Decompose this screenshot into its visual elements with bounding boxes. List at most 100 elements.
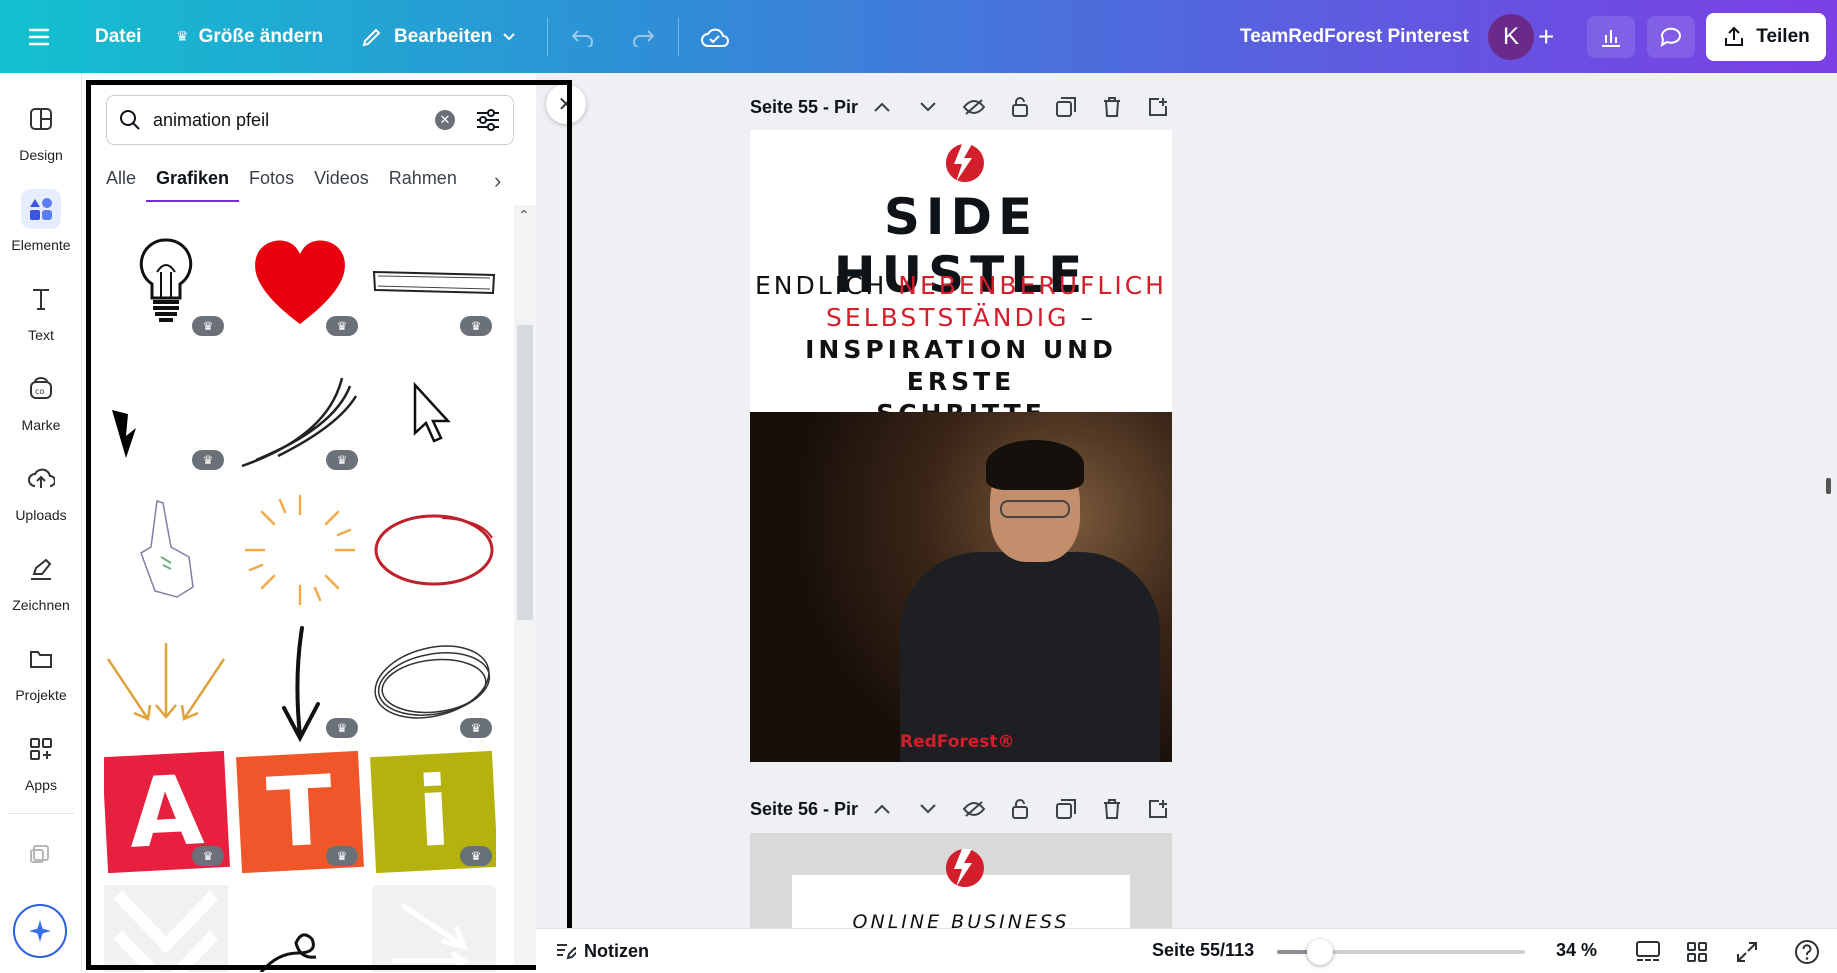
- project-title[interactable]: TeamRedForest Pinterest: [1240, 0, 1469, 73]
- graphic-letter-i[interactable]: i ♛: [370, 750, 496, 874]
- page-header-56: Seite 56 - Pir: [750, 792, 1170, 826]
- redforest-logo: [946, 849, 984, 887]
- avatar[interactable]: K: [1488, 14, 1534, 60]
- graphic-heart[interactable]: ♛: [238, 222, 362, 342]
- graphic-pointing-hand[interactable]: [104, 490, 228, 610]
- share-button[interactable]: Teilen: [1706, 13, 1826, 61]
- arrow-right-icon: [372, 885, 496, 972]
- scrollbar-thumb[interactable]: [517, 325, 533, 620]
- pin-subheadline: ENDLICH NEBENBERUFLICH SELBSTSTÄNDIG – I…: [755, 271, 1167, 428]
- divider: [678, 18, 679, 56]
- cloud-check-icon: [701, 28, 729, 47]
- graphic-swoosh-lines[interactable]: ♛: [238, 356, 362, 476]
- rail-item-elements[interactable]: Elemente: [0, 189, 82, 269]
- arrows-down-icon: [106, 643, 226, 721]
- design-page-56[interactable]: ONLINE BUSINESS: [750, 833, 1172, 928]
- trash-icon[interactable]: [1100, 797, 1124, 821]
- search-icon: [120, 110, 140, 130]
- filter-icon[interactable]: [475, 108, 501, 132]
- grid-view-icon[interactable]: [1683, 938, 1711, 966]
- graphic-loop-arrow[interactable]: [238, 880, 362, 972]
- graphic-chevron-tile[interactable]: [104, 880, 228, 972]
- page-title[interactable]: Seite 56 - Pir: [750, 799, 858, 820]
- duplicate-icon[interactable]: [1054, 797, 1078, 821]
- design-page-55[interactable]: SIDE HUSTLE ENDLICH NEBENBERUFLICH SELBS…: [750, 130, 1172, 762]
- graphic-black-arrowhead[interactable]: ♛: [104, 356, 228, 476]
- zoom-slider-knob[interactable]: [1307, 939, 1333, 965]
- comments-button[interactable]: [1647, 16, 1695, 58]
- resize-button[interactable]: ♛ Größe ändern: [176, 0, 323, 73]
- chevron-up-icon[interactable]: [870, 797, 894, 821]
- redo-button[interactable]: [630, 0, 656, 73]
- crown-icon: ♛: [460, 316, 492, 336]
- tab-graphics[interactable]: Grafiken: [146, 162, 240, 202]
- lock-icon[interactable]: [1008, 95, 1032, 119]
- rail-item-apps[interactable]: Apps: [0, 729, 82, 809]
- clear-search-icon[interactable]: ✕: [435, 110, 455, 130]
- canvas-scroll-marker[interactable]: [1826, 478, 1831, 494]
- duplicate-icon[interactable]: [1054, 95, 1078, 119]
- chevron-up-icon[interactable]: [870, 95, 894, 119]
- graphic-letter-a[interactable]: A ♛: [104, 750, 230, 874]
- zoom-level[interactable]: 34 %: [1556, 940, 1597, 961]
- menu-button[interactable]: [28, 0, 50, 73]
- graphic-scribble-ellipse[interactable]: ♛: [372, 624, 496, 744]
- collapse-panel-button[interactable]: ✕: [546, 84, 586, 124]
- graphic-lightbulb[interactable]: ♛: [104, 222, 228, 342]
- rail-item-projects[interactable]: Projekte: [0, 639, 82, 719]
- top-toolbar: Datei ♛ Größe ändern Bearbeiten TeamRedF…: [0, 0, 1837, 73]
- graphic-arrows-tile[interactable]: [372, 880, 496, 972]
- add-page-icon[interactable]: [1146, 95, 1170, 119]
- magic-ai-button[interactable]: [13, 904, 67, 958]
- edit-menu[interactable]: Bearbeiten: [360, 0, 516, 73]
- page-title[interactable]: Seite 55 - Pir: [750, 97, 858, 118]
- tab-all[interactable]: Alle: [106, 162, 136, 202]
- tab-videos[interactable]: Videos: [314, 162, 369, 202]
- chevron-down-icon[interactable]: [916, 95, 940, 119]
- page-counter[interactable]: Seite 55/113: [1152, 940, 1254, 961]
- search-box[interactable]: animation pfeil ✕: [106, 95, 514, 145]
- lock-icon[interactable]: [1008, 797, 1032, 821]
- crown-icon: ♛: [326, 450, 358, 470]
- add-page-icon[interactable]: [1146, 797, 1170, 821]
- graphic-letter-t[interactable]: T ♛: [236, 750, 364, 874]
- graphic-mouse-cursor[interactable]: [372, 356, 496, 476]
- rail-item-draw[interactable]: Zeichnen: [0, 549, 82, 629]
- notes-icon: [557, 944, 576, 960]
- folder-icon: [21, 639, 61, 679]
- rail-item-text[interactable]: Text: [0, 279, 82, 359]
- chevron-right-icon[interactable]: ›: [494, 168, 501, 194]
- file-menu[interactable]: Datei: [95, 0, 141, 73]
- insights-button[interactable]: [1587, 16, 1635, 58]
- rail-item-brand[interactable]: co Marke: [0, 369, 82, 449]
- tab-frames[interactable]: Rahmen: [389, 162, 457, 202]
- tab-photos[interactable]: Fotos: [249, 162, 294, 202]
- page-header-55: Seite 55 - Pir: [750, 90, 1170, 124]
- panel-scrollbar[interactable]: ⌃: [514, 205, 536, 970]
- graphic-burst-lines[interactable]: [238, 490, 362, 610]
- crown-icon: ♛: [176, 28, 189, 44]
- graphic-yellow-arrows[interactable]: [104, 624, 228, 744]
- graphic-sketch-banner[interactable]: ♛: [372, 222, 496, 342]
- brand-icon: co: [21, 369, 61, 409]
- chevron-down-icon[interactable]: [916, 797, 940, 821]
- add-collaborator-button[interactable]: +: [1538, 0, 1554, 73]
- crown-icon: ♛: [460, 846, 492, 866]
- rail-item-uploads[interactable]: Uploads: [0, 459, 82, 539]
- sparkle-icon: [29, 920, 51, 942]
- notes-button[interactable]: Notizen: [554, 940, 649, 962]
- save-status-button[interactable]: [700, 0, 730, 73]
- trash-icon[interactable]: [1100, 95, 1124, 119]
- page-view-icon[interactable]: [1634, 938, 1662, 966]
- undo-button[interactable]: [570, 0, 596, 73]
- graphic-black-arrow-down[interactable]: ♛: [238, 624, 362, 744]
- rail-item-design[interactable]: Design: [0, 99, 82, 179]
- mouse-cursor-icon: [413, 381, 451, 443]
- hide-eye-icon[interactable]: [962, 95, 986, 119]
- zoom-slider[interactable]: [1277, 939, 1525, 965]
- hide-eye-icon[interactable]: [962, 797, 986, 821]
- help-icon[interactable]: [1793, 938, 1821, 966]
- graphic-red-circle[interactable]: [372, 490, 496, 610]
- search-input[interactable]: animation pfeil: [153, 110, 435, 131]
- fullscreen-icon[interactable]: [1733, 938, 1761, 966]
